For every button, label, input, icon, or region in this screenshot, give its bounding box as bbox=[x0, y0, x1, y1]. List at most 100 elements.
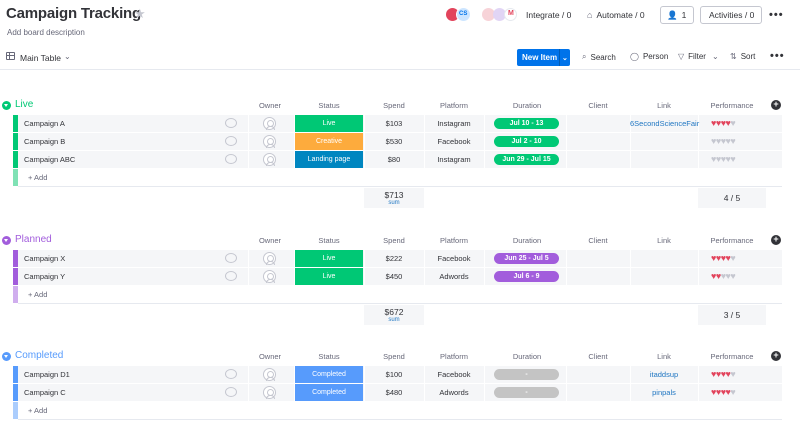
heart-icon[interactable]: ♥ bbox=[730, 271, 735, 281]
activities-button[interactable]: Activities / 0 bbox=[700, 6, 762, 24]
owner-avatar-placeholder[interactable] bbox=[263, 270, 276, 283]
chevron-down-icon[interactable]: ⌄ bbox=[64, 52, 71, 61]
add-item-row[interactable]: + Add bbox=[0, 286, 800, 304]
column-header[interactable]: Performance bbox=[698, 236, 766, 245]
board-members[interactable]: CS bbox=[445, 7, 475, 23]
group-collapse-icon[interactable] bbox=[2, 236, 11, 245]
platform-cell[interactable]: Facebook bbox=[425, 254, 483, 263]
item-name[interactable]: Campaign C bbox=[24, 388, 66, 397]
duration-timeline[interactable]: Jul 10 - 13 bbox=[494, 118, 559, 129]
duration-timeline[interactable]: Jun 29 - Jul 15 bbox=[494, 154, 559, 165]
board-menu-icon[interactable]: ••• bbox=[769, 6, 784, 24]
updates-bubble-icon[interactable] bbox=[225, 253, 237, 263]
spend-cell[interactable]: $480 bbox=[365, 388, 423, 397]
view-selector[interactable]: Main Table bbox=[20, 53, 61, 63]
link-cell[interactable]: itaddsup bbox=[630, 370, 698, 379]
performance-rating[interactable]: ♥♥♥♥♥ bbox=[711, 387, 736, 397]
column-header[interactable]: Owner bbox=[248, 101, 292, 110]
column-header[interactable]: Platform bbox=[424, 236, 484, 245]
column-header[interactable]: Link bbox=[630, 352, 698, 361]
duration-timeline[interactable]: Jul 2 - 10 bbox=[494, 136, 559, 147]
column-header[interactable]: Duration bbox=[494, 236, 560, 245]
status-cell[interactable]: Landing page bbox=[295, 151, 363, 168]
spend-cell[interactable]: $100 bbox=[365, 370, 423, 379]
add-item-row[interactable]: + Add bbox=[0, 402, 800, 420]
add-column-icon[interactable]: + bbox=[771, 351, 781, 361]
duration-timeline[interactable]: Jul 6 - 9 bbox=[494, 271, 559, 282]
column-header[interactable]: Status bbox=[294, 352, 364, 361]
owner-avatar-placeholder[interactable] bbox=[263, 135, 276, 148]
add-column-icon[interactable]: + bbox=[771, 235, 781, 245]
status-cell[interactable]: Live bbox=[295, 115, 363, 132]
column-header[interactable]: Status bbox=[294, 236, 364, 245]
column-header[interactable]: Performance bbox=[698, 101, 766, 110]
heart-icon[interactable]: ♥ bbox=[730, 154, 735, 164]
column-header[interactable]: Client bbox=[566, 352, 630, 361]
updates-bubble-icon[interactable] bbox=[225, 369, 237, 379]
platform-cell[interactable]: Facebook bbox=[425, 137, 483, 146]
group-title[interactable]: Completed bbox=[15, 350, 63, 361]
column-header[interactable]: Duration bbox=[494, 352, 560, 361]
performance-rating[interactable]: ♥♥♥♥♥ bbox=[711, 118, 736, 128]
link-cell[interactable]: 6SecondScienceFair bbox=[630, 119, 699, 128]
duration-timeline[interactable]: Jun 25 - Jul 5 bbox=[494, 253, 559, 264]
item-row[interactable]: Campaign C Completed $480 Adwords - pinpals ♥♥… bbox=[0, 384, 800, 402]
add-item-input[interactable]: + Add bbox=[28, 406, 47, 415]
add-item-input[interactable]: + Add bbox=[28, 173, 47, 182]
item-name[interactable]: Campaign ABC bbox=[24, 155, 75, 164]
column-header[interactable]: Status bbox=[294, 101, 364, 110]
integration-icons[interactable]: M bbox=[482, 7, 522, 23]
item-row[interactable]: Campaign Y Live $450 Adwords Jul 6 - 9 ♥♥♥♥♥ bbox=[0, 268, 800, 286]
column-header[interactable]: Client bbox=[566, 101, 630, 110]
add-item-row[interactable]: + Add bbox=[0, 169, 800, 187]
owner-avatar-placeholder[interactable] bbox=[263, 117, 276, 130]
group-collapse-icon[interactable] bbox=[2, 352, 11, 361]
platform-cell[interactable]: Instagram bbox=[425, 119, 483, 128]
chevron-down-icon[interactable]: ⌄ bbox=[560, 54, 568, 62]
heart-icon[interactable]: ♥ bbox=[730, 387, 735, 397]
spend-cell[interactable]: $222 bbox=[365, 254, 423, 263]
updates-bubble-icon[interactable] bbox=[225, 136, 237, 146]
favorite-star-icon[interactable]: ★ bbox=[134, 6, 146, 22]
filter-button[interactable]: ▽ Filter ⌄ bbox=[678, 52, 719, 61]
platform-cell[interactable]: Facebook bbox=[425, 370, 483, 379]
board-description[interactable]: Add board description bbox=[7, 28, 85, 37]
owner-avatar-placeholder[interactable] bbox=[263, 386, 276, 399]
item-name[interactable]: Campaign A bbox=[24, 119, 65, 128]
more-options-icon[interactable]: ••• bbox=[770, 50, 785, 62]
invite-people-button[interactable]: 👤 1 bbox=[660, 6, 694, 24]
heart-icon[interactable]: ♥ bbox=[730, 118, 735, 128]
duration-timeline[interactable]: - bbox=[494, 387, 559, 398]
status-cell[interactable]: Completed bbox=[295, 384, 363, 401]
platform-cell[interactable]: Adwords bbox=[425, 388, 483, 397]
performance-rating[interactable]: ♥♥♥♥♥ bbox=[711, 154, 736, 164]
group-collapse-icon[interactable] bbox=[2, 101, 11, 110]
performance-rating[interactable]: ♥♥♥♥♥ bbox=[711, 253, 736, 263]
owner-avatar-placeholder[interactable] bbox=[263, 153, 276, 166]
add-item-input[interactable]: + Add bbox=[28, 290, 47, 299]
spend-cell[interactable]: $530 bbox=[365, 137, 423, 146]
platform-cell[interactable]: Adwords bbox=[425, 272, 483, 281]
owner-avatar-placeholder[interactable] bbox=[263, 252, 276, 265]
integrate-button[interactable]: Integrate / 0 bbox=[526, 6, 571, 24]
column-header[interactable]: Spend bbox=[364, 101, 424, 110]
item-row[interactable]: Campaign D1 Completed $100 Facebook - itaddsu… bbox=[0, 366, 800, 384]
item-name[interactable]: Campaign D1 bbox=[24, 370, 70, 379]
status-cell[interactable]: Live bbox=[295, 250, 363, 267]
status-cell[interactable]: Completed bbox=[295, 366, 363, 383]
updates-bubble-icon[interactable] bbox=[225, 387, 237, 397]
column-header[interactable]: Duration bbox=[494, 101, 560, 110]
column-header[interactable]: Link bbox=[630, 101, 698, 110]
updates-bubble-icon[interactable] bbox=[225, 154, 237, 164]
status-cell[interactable]: Creative bbox=[295, 133, 363, 150]
performance-rating[interactable]: ♥♥♥♥♥ bbox=[711, 369, 736, 379]
item-row[interactable]: Campaign ABC Landing page $80 Instagram Jun … bbox=[0, 151, 800, 169]
column-header[interactable]: Client bbox=[566, 236, 630, 245]
heart-icon[interactable]: ♥ bbox=[730, 136, 735, 146]
spend-cell[interactable]: $80 bbox=[365, 155, 423, 164]
status-cell[interactable]: Live bbox=[295, 268, 363, 285]
item-name[interactable]: Campaign B bbox=[24, 137, 65, 146]
column-header[interactable]: Spend bbox=[364, 236, 424, 245]
heart-icon[interactable]: ♥ bbox=[730, 369, 735, 379]
item-name[interactable]: Campaign Y bbox=[24, 272, 65, 281]
